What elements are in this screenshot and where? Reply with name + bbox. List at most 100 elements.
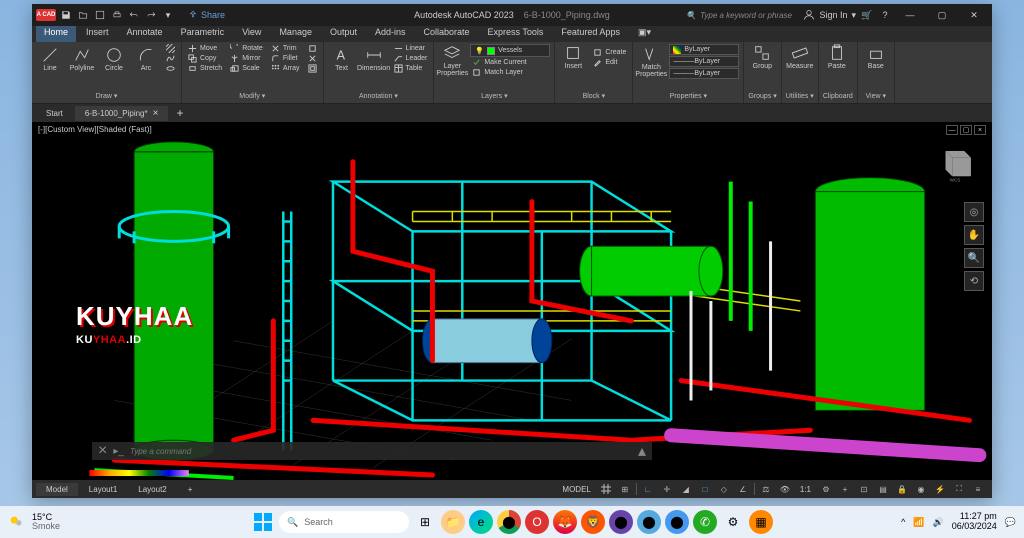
- move-button[interactable]: Move: [186, 44, 224, 53]
- ribbon-collapse-icon[interactable]: ▣▾: [630, 26, 659, 42]
- tab-annotate[interactable]: Annotate: [119, 26, 171, 42]
- grid-toggle-icon[interactable]: [598, 482, 614, 496]
- line-button[interactable]: Line: [36, 46, 64, 72]
- vp-restore-icon[interactable]: ▢: [960, 125, 972, 135]
- tor-icon[interactable]: ⬤: [609, 510, 633, 534]
- qat-save2-icon[interactable]: [93, 8, 107, 22]
- app-icon-2[interactable]: ⬤: [665, 510, 689, 534]
- blockinsert-button[interactable]: Insert: [559, 44, 587, 70]
- explorer-icon[interactable]: 📁: [441, 510, 465, 534]
- polyline-button[interactable]: Polyline: [68, 46, 96, 72]
- lock-ui-icon[interactable]: 🔒: [894, 482, 910, 496]
- utilities-group-label[interactable]: Utilities ▾: [786, 92, 814, 101]
- viewcube[interactable]: WCS: [932, 142, 978, 188]
- group-button[interactable]: Group: [748, 44, 776, 70]
- drawing-viewport[interactable]: [-][Custom View][Shaded (Fast)] — ▢ × WC…: [32, 122, 992, 480]
- share-button[interactable]: Share: [182, 8, 231, 22]
- spline-icon[interactable]: [164, 54, 177, 63]
- firefox-icon[interactable]: 🦊: [553, 510, 577, 534]
- scale-indicator[interactable]: 1:1: [796, 485, 815, 494]
- start-button[interactable]: [251, 510, 275, 534]
- pan-icon[interactable]: ✋: [964, 225, 984, 245]
- ellipse-icon[interactable]: [164, 64, 177, 73]
- layers-group-label[interactable]: Layers ▾: [438, 92, 550, 101]
- isolate-icon[interactable]: ◉: [913, 482, 929, 496]
- snap-toggle-icon[interactable]: ⊞: [617, 482, 633, 496]
- polar-toggle-icon[interactable]: ✛: [659, 482, 675, 496]
- cmd-close-icon[interactable]: ×: [98, 442, 107, 460]
- new-tab-button[interactable]: +: [170, 106, 189, 120]
- maximize-button[interactable]: ▢: [928, 6, 956, 24]
- tab-collaborate[interactable]: Collaborate: [416, 26, 478, 42]
- taskbar-search[interactable]: 🔍 Search: [279, 511, 409, 533]
- workspace-icon[interactable]: ⚙: [818, 482, 834, 496]
- start-tab[interactable]: Start: [36, 107, 73, 120]
- layer-dropdown[interactable]: 💡 Vessels: [470, 44, 550, 57]
- tab-expresstools[interactable]: Express Tools: [480, 26, 552, 42]
- tab-close-icon[interactable]: ×: [153, 108, 159, 119]
- tab-parametric[interactable]: Parametric: [173, 26, 233, 42]
- vp-close-icon[interactable]: ×: [974, 125, 986, 135]
- annovisibility-icon[interactable]: 👁: [777, 482, 793, 496]
- customize-icon[interactable]: ≡: [970, 482, 986, 496]
- measure-button[interactable]: Measure: [786, 44, 814, 70]
- app-icon-1[interactable]: ⬤: [637, 510, 661, 534]
- layerprops-button[interactable]: Layer Properties: [438, 44, 466, 77]
- leader-button[interactable]: Leader: [392, 54, 430, 63]
- hatch-icon[interactable]: [164, 44, 177, 53]
- makecurrent-button[interactable]: Make Current: [470, 58, 550, 67]
- linear-button[interactable]: Linear: [392, 44, 430, 53]
- model-tab[interactable]: Model: [36, 483, 78, 496]
- opera-icon[interactable]: O: [525, 510, 549, 534]
- qat-save-icon[interactable]: [59, 8, 73, 22]
- clock[interactable]: 11:27 pm 06/03/2024: [952, 512, 997, 532]
- tab-manage[interactable]: Manage: [271, 26, 320, 42]
- hardware-accel-icon[interactable]: ⚡: [932, 482, 948, 496]
- units-icon[interactable]: ⊡: [856, 482, 872, 496]
- signin-button[interactable]: Sign In ▾: [803, 9, 856, 21]
- layout1-tab[interactable]: Layout1: [79, 483, 127, 496]
- view-label[interactable]: [-][Custom View][Shaded (Fast)]: [38, 125, 152, 134]
- modify-group-label[interactable]: Modify ▾: [186, 92, 319, 101]
- annoscale-icon[interactable]: ⚖: [758, 482, 774, 496]
- active-doc-tab[interactable]: 6-B-1000_Piping* ×: [75, 106, 169, 121]
- dimension-button[interactable]: Dimension: [360, 46, 388, 72]
- command-input[interactable]: [130, 447, 632, 456]
- vp-minimize-icon[interactable]: —: [946, 125, 958, 135]
- zoom-icon[interactable]: 🔍: [964, 248, 984, 268]
- brave-icon[interactable]: 🦁: [581, 510, 605, 534]
- blockcreate-button[interactable]: Create: [591, 48, 628, 57]
- minimize-button[interactable]: —: [896, 6, 924, 24]
- matchprops-button[interactable]: Match Properties: [637, 45, 665, 78]
- quickprops-icon[interactable]: ▤: [875, 482, 891, 496]
- view-group-label[interactable]: View ▾: [862, 92, 890, 101]
- text-button[interactable]: AText: [328, 46, 356, 72]
- blockedit-button[interactable]: Edit: [591, 58, 628, 67]
- ortho-toggle-icon[interactable]: ∟: [640, 482, 656, 496]
- erase-icon[interactable]: [306, 44, 319, 53]
- linetype-dropdown[interactable]: ——— ByLayer: [669, 56, 739, 67]
- qat-undo-icon[interactable]: [127, 8, 141, 22]
- app-icon-3[interactable]: ▦: [749, 510, 773, 534]
- rotate-button[interactable]: Rotate: [228, 44, 265, 53]
- orbit-icon[interactable]: ⟲: [964, 271, 984, 291]
- command-line[interactable]: × ▸_ ▴: [92, 442, 652, 460]
- scale-button[interactable]: Scale: [228, 64, 265, 73]
- isodraft-icon[interactable]: ◢: [678, 482, 694, 496]
- cmd-options-icon[interactable]: ▴: [638, 441, 646, 461]
- keyword-search[interactable]: 🔍 Type a keyword or phrase: [686, 11, 792, 20]
- table-button[interactable]: Table: [392, 64, 430, 73]
- tab-view[interactable]: View: [234, 26, 269, 42]
- trim-button[interactable]: Trim: [269, 44, 302, 53]
- app-logo[interactable]: A CAD: [36, 9, 56, 21]
- mirror-button[interactable]: Mirror: [228, 54, 265, 63]
- tab-home[interactable]: Home: [36, 26, 76, 42]
- qat-dropdown-icon[interactable]: ▾: [161, 8, 175, 22]
- qat-print-icon[interactable]: [110, 8, 124, 22]
- weather-widget[interactable]: 15°C Smoke: [8, 513, 60, 531]
- stretch-button[interactable]: Stretch: [186, 64, 224, 73]
- explode-icon[interactable]: [306, 54, 319, 63]
- qat-open-icon[interactable]: [76, 8, 90, 22]
- properties-group-label[interactable]: Properties ▾: [637, 92, 739, 101]
- tab-addins[interactable]: Add-ins: [367, 26, 414, 42]
